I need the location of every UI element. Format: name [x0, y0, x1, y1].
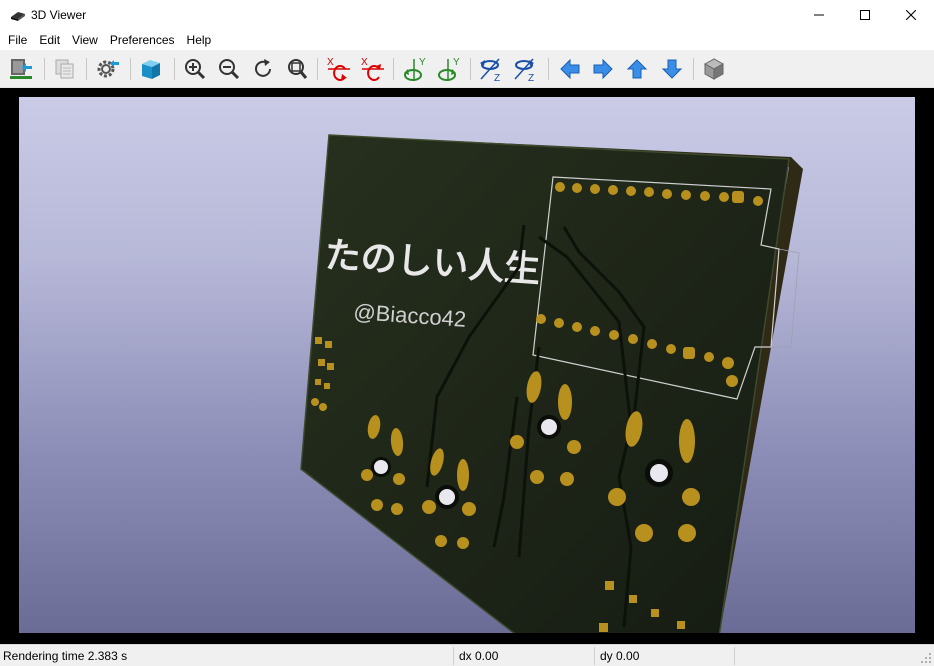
- rotate-x-ccw-icon: X: [361, 57, 384, 81]
- svg-text:X: X: [361, 57, 368, 68]
- toolbar-separator: [693, 58, 694, 80]
- maximize-button[interactable]: [842, 0, 888, 30]
- settings-icon: [97, 60, 119, 78]
- 3d-canvas[interactable]: たのしい人生 @Biacco42: [19, 97, 915, 633]
- menu-edit[interactable]: Edit: [39, 30, 60, 50]
- minimize-button[interactable]: [796, 0, 842, 30]
- toolbar-separator: [86, 58, 87, 80]
- svg-text:Z: Z: [528, 73, 534, 83]
- resize-grip-icon[interactable]: [920, 652, 932, 664]
- status-divider: [594, 647, 595, 665]
- close-button[interactable]: [888, 0, 934, 30]
- render-mode-icon: [142, 60, 160, 79]
- menu-bar: File Edit View Preferences Help: [0, 30, 934, 50]
- copy-image-button[interactable]: [50, 54, 80, 84]
- pan-right-icon: [593, 58, 613, 80]
- title-bar: 3D Viewer: [0, 0, 934, 30]
- dx-status: dx 0.00: [459, 649, 499, 663]
- pan-left-button[interactable]: [555, 54, 585, 84]
- toolbar-separator: [174, 58, 175, 80]
- svg-text:X: X: [327, 57, 334, 68]
- render-mode-button[interactable]: [136, 54, 166, 84]
- redraw-icon: [255, 59, 271, 77]
- pan-up-icon: [626, 59, 648, 79]
- pan-up-button[interactable]: [622, 54, 652, 84]
- pan-down-icon: [661, 59, 683, 79]
- window-title: 3D Viewer: [31, 8, 87, 22]
- toolbar-separator: [317, 58, 318, 80]
- toolbar-separator: [393, 58, 394, 80]
- kicad-3d-icon: [11, 12, 25, 21]
- pcb-render: たのしい人生 @Biacco42: [300, 134, 803, 633]
- zoom-out-icon: [219, 59, 240, 80]
- rotate-z-ccw-icon: Z: [514, 58, 534, 83]
- pan-right-button[interactable]: [588, 54, 618, 84]
- ortho-view-button[interactable]: [699, 54, 729, 84]
- status-divider: [734, 647, 735, 665]
- status-divider: [453, 647, 454, 665]
- toolbar-separator: [44, 58, 45, 80]
- rotate-x-ccw-button[interactable]: X: [357, 54, 387, 84]
- pan-down-button[interactable]: [657, 54, 687, 84]
- rotate-z-ccw-button[interactable]: Z: [510, 54, 540, 84]
- redraw-button[interactable]: [248, 54, 278, 84]
- toolbar-separator: [470, 58, 471, 80]
- viewport-frame: たのしい人生 @Biacco42: [0, 88, 934, 644]
- rotate-y-cw-icon: Y: [404, 57, 426, 81]
- menu-view[interactable]: View: [72, 30, 98, 50]
- settings-button[interactable]: [92, 54, 122, 84]
- reload-board-icon: [10, 59, 32, 79]
- menu-preferences[interactable]: Preferences: [110, 30, 175, 50]
- menu-help[interactable]: Help: [187, 30, 212, 50]
- zoom-in-icon: [185, 59, 206, 80]
- zoom-fit-button[interactable]: [282, 54, 312, 84]
- rotate-x-cw-button[interactable]: X: [323, 54, 353, 84]
- pan-left-icon: [560, 58, 580, 80]
- status-bar: Rendering time 2.383 s dx 0.00 dy 0.00: [0, 644, 934, 666]
- pcb-board: [300, 134, 790, 633]
- dy-status: dy 0.00: [600, 649, 640, 663]
- ortho-view-icon: [703, 58, 725, 80]
- rotate-z-cw-button[interactable]: Z: [476, 54, 506, 84]
- svg-text:Z: Z: [494, 73, 500, 83]
- rotate-z-cw-icon: Z: [480, 58, 500, 83]
- zoom-in-button[interactable]: [180, 54, 210, 84]
- toolbar: X X Y Y Z Z: [0, 50, 934, 88]
- copy-image-icon: [55, 59, 74, 79]
- zoom-out-button[interactable]: [214, 54, 244, 84]
- maximize-icon: [860, 10, 870, 20]
- svg-text:Y: Y: [419, 57, 426, 68]
- zoom-fit-icon: [288, 59, 308, 79]
- menu-file[interactable]: File: [8, 30, 27, 50]
- svg-text:Y: Y: [453, 57, 460, 68]
- rotate-y-ccw-button[interactable]: Y: [433, 54, 463, 84]
- toolbar-separator: [130, 58, 131, 80]
- close-icon: [906, 10, 916, 20]
- rotate-y-cw-button[interactable]: Y: [399, 54, 429, 84]
- rotate-y-ccw-icon: Y: [438, 57, 460, 81]
- render-time-status: Rendering time 2.383 s: [3, 649, 128, 663]
- toolbar-separator: [548, 58, 549, 80]
- rotate-x-cw-icon: X: [327, 57, 350, 81]
- reload-board-button[interactable]: [6, 54, 36, 84]
- minimize-icon: [814, 14, 824, 16]
